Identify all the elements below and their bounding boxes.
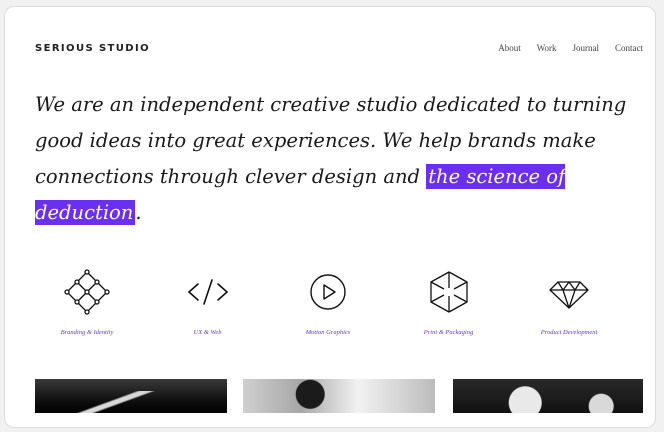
code-icon bbox=[187, 279, 228, 305]
nav-journal[interactable]: Journal bbox=[573, 43, 600, 53]
service-label: Print & Packaging bbox=[423, 329, 474, 336]
service-motion[interactable]: Motion Graphics bbox=[276, 269, 380, 336]
portfolio-thumbnail[interactable] bbox=[35, 379, 227, 413]
service-label: Product Development bbox=[540, 329, 598, 336]
page-card: SERIOUS STUDIO About Work Journal Contac… bbox=[4, 6, 656, 428]
service-ux-web[interactable]: UX & Web bbox=[156, 269, 260, 336]
cube-icon bbox=[429, 271, 468, 313]
portfolio-thumbnail[interactable] bbox=[243, 379, 435, 413]
site-logo[interactable]: SERIOUS STUDIO bbox=[35, 43, 150, 54]
hero-statement: We are an independent creative studio de… bbox=[35, 87, 647, 231]
gem-icon bbox=[549, 281, 589, 309]
nav-work[interactable]: Work bbox=[537, 43, 557, 53]
service-label: UX & Web bbox=[193, 329, 222, 336]
portfolio-thumbnails bbox=[35, 379, 643, 419]
service-label: Branding & Identity bbox=[60, 329, 114, 336]
main-nav: About Work Journal Contact bbox=[498, 43, 643, 53]
service-label: Motion Graphics bbox=[305, 329, 351, 336]
portfolio-thumbnail[interactable] bbox=[453, 379, 643, 413]
services-row: Branding & Identity UX & Web Motion Grap… bbox=[35, 269, 621, 336]
service-print[interactable]: Print & Packaging bbox=[397, 269, 501, 336]
service-product[interactable]: Product Development bbox=[517, 269, 621, 336]
diamond-grid-icon bbox=[64, 269, 110, 315]
service-branding[interactable]: Branding & Identity bbox=[35, 269, 139, 336]
nav-about[interactable]: About bbox=[498, 43, 521, 53]
play-icon bbox=[310, 274, 346, 310]
hero-end: . bbox=[135, 201, 142, 224]
nav-contact[interactable]: Contact bbox=[615, 43, 643, 53]
